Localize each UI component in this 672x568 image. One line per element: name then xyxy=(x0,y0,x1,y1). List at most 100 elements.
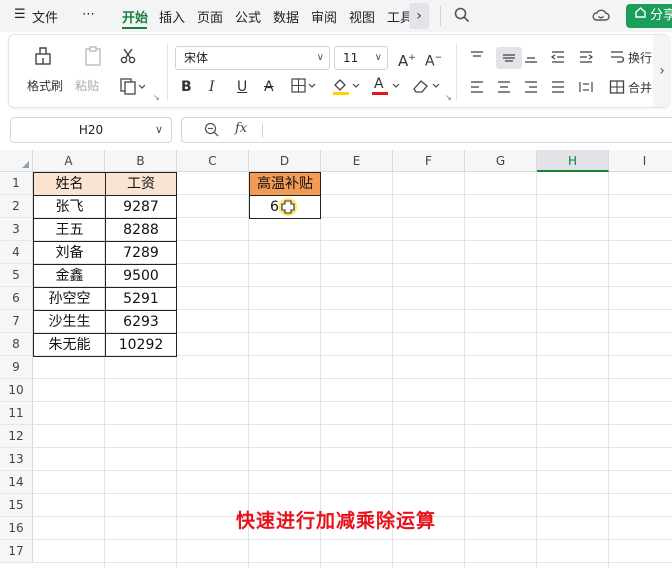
table-cell-name[interactable]: 张飞 xyxy=(33,195,106,219)
row-header[interactable]: 8 xyxy=(0,333,33,356)
tab-view[interactable]: 视图 xyxy=(349,7,375,26)
row-header[interactable]: 9 xyxy=(0,356,33,379)
decrease-font-icon[interactable]: A− xyxy=(425,49,442,71)
formula-bar[interactable]: fx xyxy=(181,117,672,143)
table-cell-name[interactable]: 沙生生 xyxy=(33,310,106,334)
wrap-text-icon[interactable] xyxy=(609,49,625,69)
main-menu-icon[interactable]: ☰ xyxy=(14,7,26,22)
row-header[interactable]: 2 xyxy=(0,195,33,218)
chevron-down-icon: ∨ xyxy=(374,52,382,63)
table-cell-salary[interactable]: 10292 xyxy=(105,333,177,357)
tabs-scroll-right-button[interactable]: › xyxy=(409,3,429,29)
tab-review[interactable]: 审阅 xyxy=(311,7,337,26)
table-cell-salary[interactable]: 5291 xyxy=(105,287,177,311)
row-header[interactable]: 4 xyxy=(0,241,33,264)
column-header-h[interactable]: H xyxy=(537,150,609,172)
table-cell-salary[interactable]: 8288 xyxy=(105,218,177,242)
table-cell-salary[interactable]: 6293 xyxy=(105,310,177,334)
table-cell-name[interactable]: 孙空空 xyxy=(33,287,106,311)
column-header-e[interactable]: E xyxy=(321,150,393,172)
cloud-icon[interactable] xyxy=(592,7,610,27)
align-bottom-icon[interactable] xyxy=(523,49,539,69)
tab-home[interactable]: 开始 xyxy=(122,7,148,26)
bold-icon[interactable]: B xyxy=(181,78,192,96)
table-cell-name[interactable]: 刘备 xyxy=(33,241,106,265)
row-header[interactable]: 6 xyxy=(0,287,33,310)
row-header[interactable]: 12 xyxy=(0,425,33,448)
column-header-b[interactable]: B xyxy=(105,150,177,172)
name-box[interactable]: H20 ∨ xyxy=(10,117,172,143)
bonus-header-cell[interactable]: 高温补贴 xyxy=(249,172,321,196)
tab-insert[interactable]: 插入 xyxy=(159,7,185,26)
align-right-icon[interactable] xyxy=(523,79,539,99)
zoom-icon[interactable] xyxy=(204,122,219,141)
row-header[interactable]: 13 xyxy=(0,448,33,471)
paste-icon[interactable] xyxy=(82,45,104,71)
table-cell-salary[interactable]: 7289 xyxy=(105,241,177,265)
distributed-align-icon[interactable] xyxy=(578,79,594,99)
table-cell-salary[interactable]: 9287 xyxy=(105,195,177,219)
cut-icon[interactable] xyxy=(119,47,137,69)
underline-icon[interactable]: U xyxy=(237,78,247,96)
column-header-i[interactable]: I xyxy=(609,150,672,172)
row-header[interactable]: 10 xyxy=(0,379,33,402)
format-painter-icon[interactable] xyxy=(33,45,55,71)
table-cell-name[interactable]: 王五 xyxy=(33,218,106,242)
justify-icon[interactable] xyxy=(550,79,566,99)
eraser-icon[interactable] xyxy=(411,77,441,99)
increase-font-icon[interactable]: A+ xyxy=(398,49,416,70)
row-header[interactable]: 14 xyxy=(0,471,33,494)
align-left-icon[interactable] xyxy=(469,79,485,99)
font-name-select[interactable]: 宋体 ∨ xyxy=(175,46,330,70)
font-expand-icon[interactable]: ↘ xyxy=(445,93,452,102)
chevron-down-icon: ∨ xyxy=(316,52,324,63)
table-cell-salary[interactable]: 9500 xyxy=(105,264,177,288)
function-icon[interactable]: fx xyxy=(235,121,247,136)
row-header[interactable]: 1 xyxy=(0,172,33,195)
border-icon[interactable] xyxy=(291,78,317,98)
select-all-corner[interactable] xyxy=(0,150,33,172)
row-header[interactable]: 7 xyxy=(0,310,33,333)
increase-indent-icon[interactable] xyxy=(578,49,594,69)
clipboard-expand-icon[interactable]: ↘ xyxy=(153,93,160,102)
align-top-icon[interactable] xyxy=(469,49,485,69)
column-header-d[interactable]: D xyxy=(249,150,321,172)
tab-page[interactable]: 页面 xyxy=(197,7,223,26)
row-header[interactable]: 17 xyxy=(0,540,33,563)
share-button[interactable]: 分享 xyxy=(626,4,672,28)
align-center-icon[interactable] xyxy=(496,79,512,99)
column-header-c[interactable]: C xyxy=(177,150,249,172)
tab-formula[interactable]: 公式 xyxy=(235,7,261,26)
column-header-g[interactable]: G xyxy=(465,150,537,172)
table-cell-name[interactable]: 金鑫 xyxy=(33,264,106,288)
copy-icon[interactable] xyxy=(119,77,146,99)
decrease-indent-icon[interactable] xyxy=(550,49,566,69)
search-icon[interactable] xyxy=(454,7,470,27)
font-size-select[interactable]: 11 ∨ xyxy=(334,46,388,70)
row-header[interactable]: 5 xyxy=(0,264,33,287)
table-header-salary[interactable]: 工资 xyxy=(105,172,177,196)
align-middle-icon[interactable] xyxy=(501,49,517,69)
wrap-text-label[interactable]: 换行 xyxy=(628,49,652,66)
tab-tools[interactable]: 工具 xyxy=(387,7,409,26)
column-header-f[interactable]: F xyxy=(393,150,465,172)
paste-label[interactable]: 粘贴 xyxy=(75,77,99,94)
ribbon-scroll-right-button[interactable]: › xyxy=(653,35,671,107)
row-header[interactable]: 11 xyxy=(0,402,33,425)
tab-data[interactable]: 数据 xyxy=(273,7,299,26)
table-cell-name[interactable]: 朱无能 xyxy=(33,333,106,357)
strikethrough-icon[interactable]: A xyxy=(264,78,274,96)
font-color-icon[interactable]: A xyxy=(371,76,401,100)
merge-label[interactable]: 合并 xyxy=(628,79,652,96)
merge-cells-icon[interactable] xyxy=(609,79,625,99)
row-header[interactable]: 3 xyxy=(0,218,33,241)
file-menu[interactable]: 文件 xyxy=(32,7,58,26)
table-header-name[interactable]: 姓名 xyxy=(33,172,106,196)
column-header-a[interactable]: A xyxy=(33,150,105,172)
fill-color-icon[interactable] xyxy=(331,76,361,100)
format-painter-label[interactable]: 格式刷 xyxy=(27,77,63,94)
more-icon[interactable]: ⋯ xyxy=(82,7,95,22)
ribbon-separator xyxy=(456,43,457,101)
chevron-right-icon: › xyxy=(659,63,665,79)
italic-icon[interactable]: I xyxy=(209,78,215,96)
